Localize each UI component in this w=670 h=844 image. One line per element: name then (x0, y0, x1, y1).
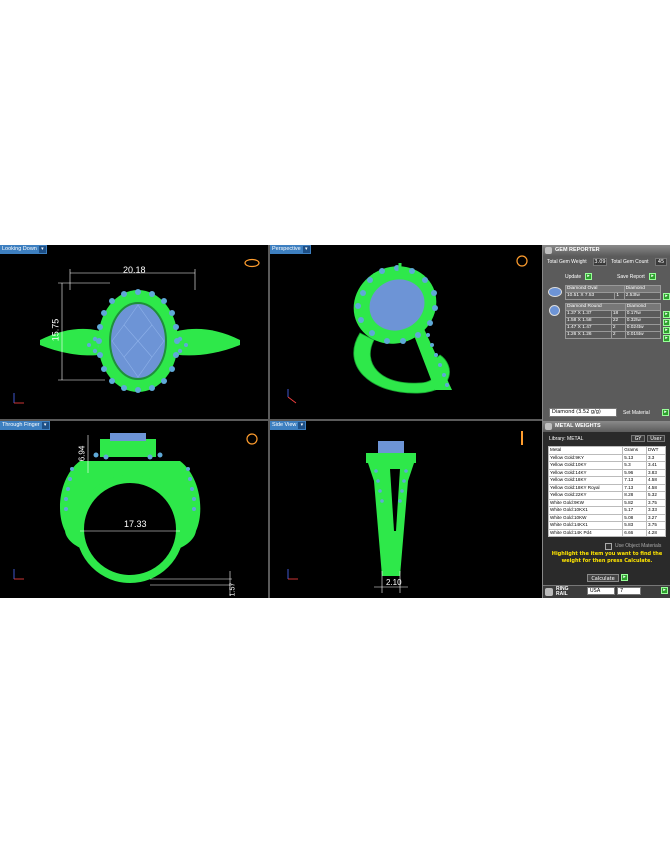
oval-gem-icon (548, 287, 562, 297)
viewport-label[interactable]: Through Finger ▾ (0, 421, 50, 430)
ring-size-icon (545, 588, 553, 596)
country-select[interactable]: USA (587, 587, 615, 595)
use-object-materials-label: Use Object Materials (615, 543, 662, 549)
hint-text: Highlight the item you want to find the … (551, 551, 663, 564)
total-weight-value: 3.09 (593, 258, 607, 266)
panel-header: GEM REPORTER (543, 245, 670, 256)
gem-row-action-button[interactable]: ▸ (663, 319, 670, 326)
ring-rail-go-button[interactable]: ▸ (661, 587, 668, 594)
library-label: Library: METAL (549, 436, 584, 442)
save-report-button[interactable]: ▸ (649, 273, 656, 280)
ring-front-view (13, 433, 258, 596)
gem-reporter-panel: GEM REPORTER Total Gem Weight 3.09 Total… (542, 245, 670, 421)
viewport-side-view[interactable]: Side View ▾ 2.10 (270, 421, 542, 598)
viewport-label[interactable]: Side View ▾ (270, 421, 307, 430)
table-row[interactable]: White Gold:14K Pd4 6.66 4.28 (547, 528, 667, 537)
gem-row-action-button[interactable]: ▸ (663, 311, 670, 318)
ring-rail-label: RING RAIL (556, 586, 569, 597)
table-row[interactable]: Yellow Gold:10KY 5.3 3.41 (547, 461, 667, 470)
dimension-height: 15.75 (50, 318, 61, 342)
table-row[interactable]: Yellow Gold:9KY 5.13 3.3 (547, 453, 667, 462)
viewport-through-finger[interactable]: Through Finger ▾ 6.94 17.33 1.57 (0, 421, 268, 598)
viewport-looking-down[interactable]: Looking Down ▾ 20.18 15.75 (0, 245, 268, 419)
table-row[interactable]: White Gold:10KW 5.08 3.27 (547, 513, 667, 522)
material-select[interactable]: Diamond (3.52 g/g) (549, 408, 617, 417)
gem-row-action-button[interactable]: ▸ (663, 327, 670, 334)
table-row[interactable]: White Gold:10KX1 5.17 3.33 (547, 506, 667, 515)
dimension-band-thickness: 1.57 (229, 582, 237, 597)
dimension-width: 20.18 (123, 265, 146, 275)
table-row[interactable]: White Gold:14KX1 5.83 3.75 (547, 521, 667, 530)
ring-view-icon (244, 258, 260, 268)
table-row[interactable]: 1.26 X 1.26 2 0.015tw (565, 331, 662, 339)
table-row[interactable]: 1.58 X 1.58 22 0.32tw (565, 317, 662, 325)
chevron-down-icon[interactable]: ▾ (38, 246, 46, 253)
viewport-perspective[interactable]: Perspective ▾ (270, 245, 542, 419)
update-button[interactable]: ▸ (585, 273, 592, 280)
table-row[interactable]: Yellow Gold:18KY Royal 7.13 4.58 (547, 483, 667, 492)
scale-icon (545, 423, 552, 430)
set-material-button[interactable]: ▸ (662, 409, 669, 416)
save-report-label: Save Report (617, 274, 645, 280)
update-label: Update (565, 274, 582, 280)
table-row[interactable]: 1.37 X 1.37 18 0.17tw (565, 310, 662, 318)
dimension-inner-diameter: 17.33 (124, 519, 147, 529)
ring-side-view (287, 431, 523, 593)
gem-row-action-button[interactable]: ▸ (663, 335, 670, 342)
ring-view-icon (246, 433, 258, 445)
viewport-label[interactable]: Looking Down ▾ (0, 245, 47, 254)
gem-group-name: Diamond Round (565, 303, 626, 311)
ring-perspective-view (287, 255, 528, 404)
ring-view-icon (516, 255, 528, 267)
viewport-splitter-horizontal[interactable] (0, 419, 542, 421)
panel-header: METAL WEIGHTS (543, 421, 670, 432)
table-header-row: Metal Grams DWT (547, 446, 667, 455)
table-row[interactable]: Yellow Gold:18KY 7.13 4.58 (547, 476, 667, 485)
gem-table-oval: Diamond Oval Diamond 10.51 X 7.53 1 2.53tw (564, 285, 662, 300)
metal-table: Metal Grams DWT Yellow Gold:9KY 5.13 3.3 Yel… (547, 446, 667, 537)
gem-row-action-button[interactable]: ▸ (663, 293, 670, 300)
total-count-label: Total Gem Count (611, 259, 649, 265)
unit-option-gy[interactable]: GY (631, 435, 645, 442)
dimension-head-height: 6.94 (77, 445, 87, 462)
gem-table-round: Diamond Round Diamond 1.37 X 1.37 18 0.17tw… (565, 303, 662, 339)
table-row[interactable]: Yellow Gold:22KY 8.28 5.32 (547, 491, 667, 500)
table-row[interactable]: White Gold:9KW 5.82 3.75 (547, 498, 667, 507)
chevron-down-icon[interactable]: ▾ (298, 422, 306, 429)
metal-weights-panel: METAL WEIGHTS Library: METAL GY User Met… (542, 421, 670, 598)
total-weight-label: Total Gem Weight (547, 259, 587, 265)
calculate-go-icon[interactable]: ▸ (621, 574, 628, 581)
gem-group-name: Diamond Oval (565, 285, 625, 293)
round-gem-icon (549, 305, 560, 316)
calculate-button[interactable]: Calculate (587, 574, 619, 582)
table-row[interactable]: 1.47 X 1.47 2 0.024tw (565, 324, 662, 332)
cad-application: Looking Down ▾ 20.18 15.75 Perspective ▾… (0, 245, 670, 598)
viewport-splitter-vertical[interactable] (268, 245, 270, 598)
total-count-value: 45 (655, 258, 667, 266)
chevron-down-icon[interactable]: ▾ (302, 246, 310, 253)
viewport-label[interactable]: Perspective ▾ (270, 245, 311, 254)
table-row[interactable]: Yellow Gold:14KY 5.96 3.83 (547, 468, 667, 477)
ring-size-select[interactable]: 7 (617, 587, 641, 595)
gem-icon (545, 247, 552, 254)
table-row[interactable]: 10.51 X 7.53 1 2.53tw (564, 292, 662, 300)
chevron-down-icon[interactable]: ▾ (41, 422, 49, 429)
gem-group-material: Diamond (623, 285, 662, 293)
use-object-materials-checkbox[interactable] (605, 543, 612, 550)
gem-group-material: Diamond (624, 303, 662, 311)
set-material-label: Set Material (623, 410, 650, 416)
unit-option-user[interactable]: User (647, 435, 665, 442)
dimension-shank-width: 2.10 (386, 578, 402, 587)
